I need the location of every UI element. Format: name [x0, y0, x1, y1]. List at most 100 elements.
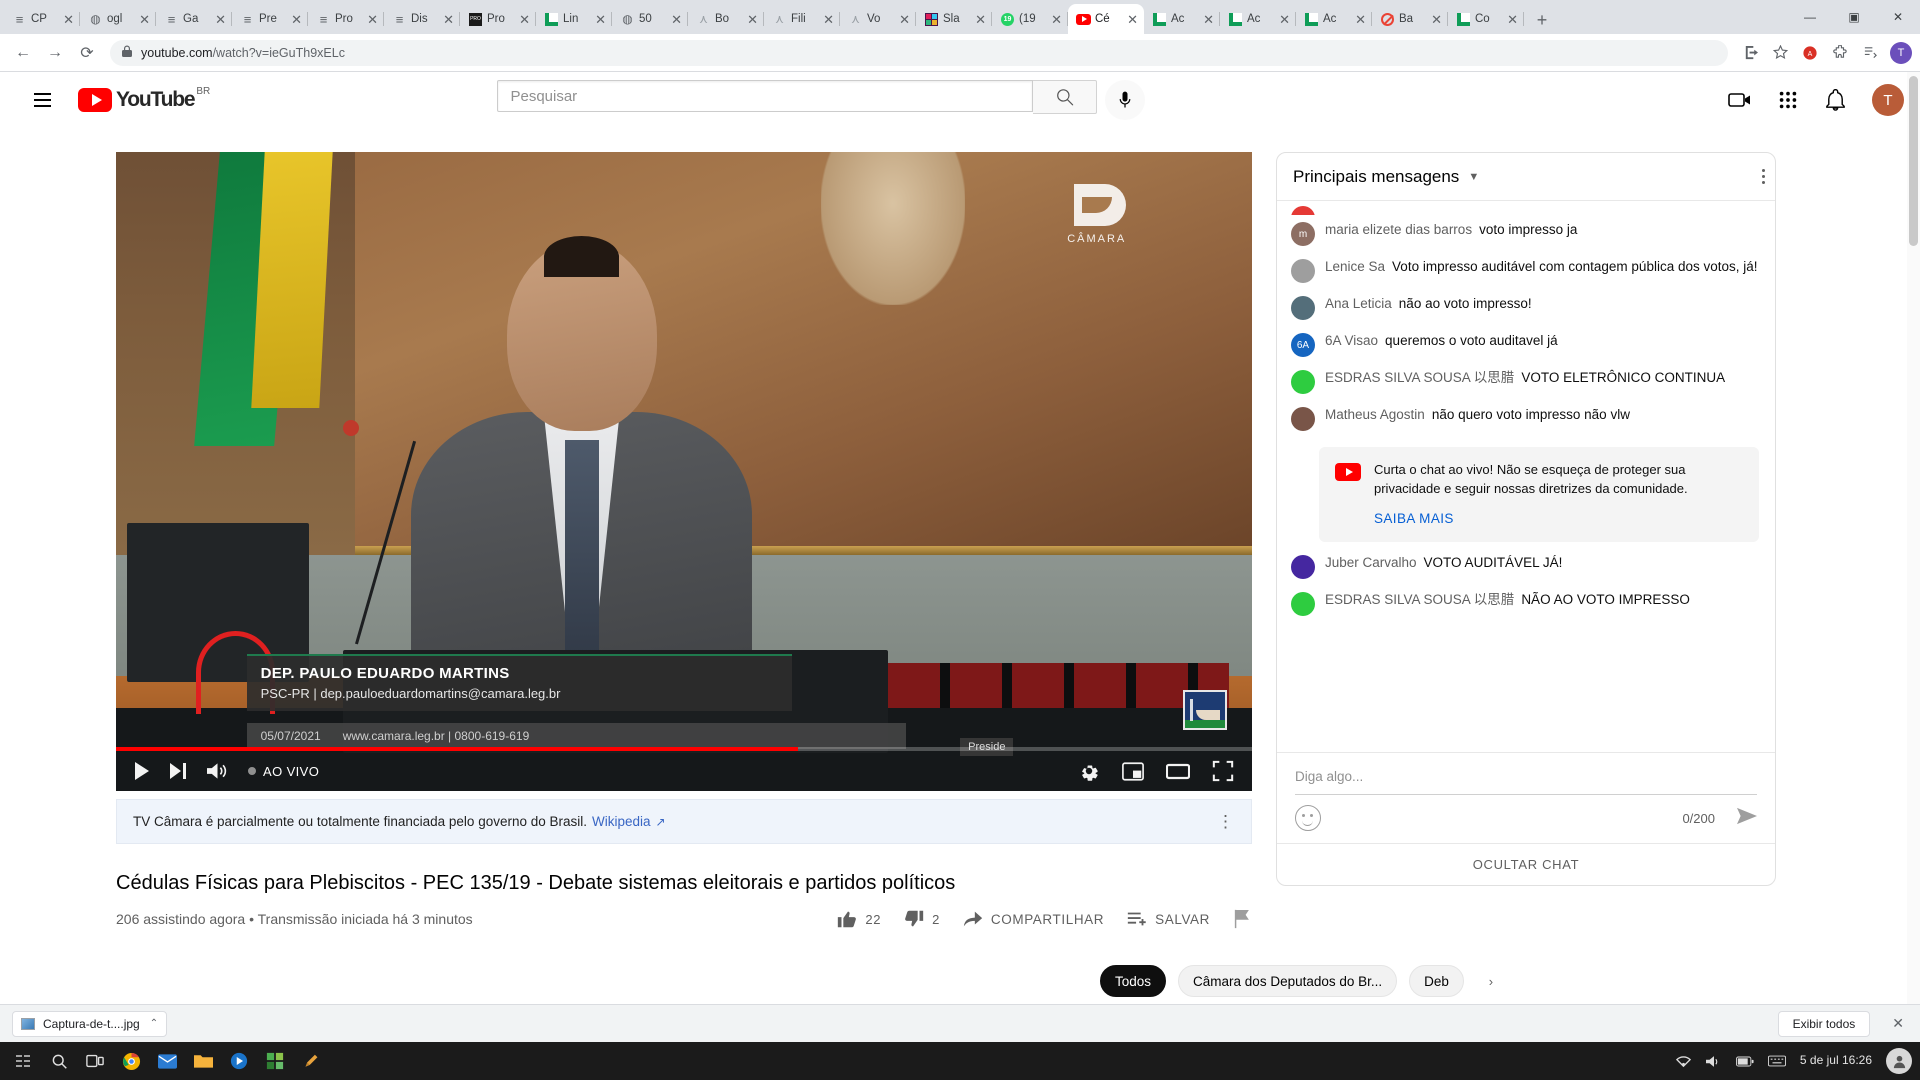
notes-icon[interactable]: [298, 1048, 324, 1074]
new-tab-button[interactable]: +: [1528, 6, 1556, 34]
volume-icon[interactable]: [1705, 1055, 1722, 1068]
wifi-icon[interactable]: [1675, 1055, 1692, 1068]
miniplayer-icon[interactable]: [1122, 761, 1144, 781]
close-tab-icon[interactable]: ✕: [899, 13, 910, 26]
close-tab-icon[interactable]: ✕: [291, 13, 302, 26]
close-tab-icon[interactable]: ✕: [747, 13, 758, 26]
chat-author[interactable]: 6A Visao: [1325, 333, 1378, 348]
chat-author[interactable]: Ana Leticia: [1325, 296, 1392, 311]
extension-blocker-icon[interactable]: A: [1796, 39, 1824, 67]
keyboard-icon[interactable]: [1767, 1055, 1786, 1067]
share-button[interactable]: COMPARTILHAR: [962, 908, 1104, 930]
download-item[interactable]: Captura-de-t....jpg ⌃: [12, 1010, 168, 1037]
media-player-icon[interactable]: [226, 1048, 252, 1074]
chevron-down-icon[interactable]: ▼: [1468, 171, 1479, 183]
voice-search-icon[interactable]: [1105, 80, 1146, 120]
chat-author[interactable]: Lenice Sa: [1325, 259, 1385, 274]
browser-tab[interactable]: ≡ Ga ✕: [156, 4, 232, 34]
browser-tab[interactable]: ◍ ogl ✕: [80, 4, 156, 34]
create-video-icon[interactable]: [1720, 80, 1760, 120]
volume-icon[interactable]: [207, 762, 228, 780]
live-indicator[interactable]: AO VIVO: [248, 764, 319, 779]
close-tab-icon[interactable]: ✕: [1507, 13, 1518, 26]
play-icon[interactable]: [134, 762, 150, 780]
hide-chat-button[interactable]: OCULTAR CHAT: [1277, 843, 1775, 885]
report-flag-icon[interactable]: [1232, 908, 1252, 930]
wikipedia-link[interactable]: Wikipedia: [592, 814, 651, 829]
show-all-downloads-button[interactable]: Exibir todos: [1777, 1010, 1871, 1037]
chat-overflow-icon[interactable]: [1762, 169, 1765, 184]
close-tab-icon[interactable]: ✕: [1127, 13, 1138, 26]
taskbar-clock[interactable]: 5 de jul 16:26: [1800, 1053, 1872, 1068]
person-icon[interactable]: [1886, 1048, 1912, 1074]
close-tab-icon[interactable]: ✕: [671, 13, 682, 26]
close-tab-icon[interactable]: ✕: [367, 13, 378, 26]
battery-icon[interactable]: [1735, 1056, 1754, 1067]
close-tab-icon[interactable]: ✕: [1203, 13, 1214, 26]
dislike-button[interactable]: 2: [903, 908, 940, 930]
apps-grid-icon[interactable]: [1768, 80, 1808, 120]
browser-tab[interactable]: ⋏ Vo ✕: [840, 4, 916, 34]
chips-next-icon[interactable]: ›: [1476, 966, 1506, 996]
close-tab-icon[interactable]: ✕: [1431, 13, 1442, 26]
browser-tab[interactable]: Ba ✕: [1372, 4, 1448, 34]
chat-author[interactable]: ESDRAS SILVA SOUSA 以思腊: [1325, 592, 1514, 607]
reload-button[interactable]: ⟳: [72, 38, 102, 68]
browser-tab[interactable]: Ac ✕: [1220, 4, 1296, 34]
browser-tab[interactable]: PRO Pro ✕: [460, 4, 536, 34]
learn-more-link[interactable]: SAIBA MAIS: [1374, 511, 1454, 526]
browser-tab[interactable]: ≡ Pro ✕: [308, 4, 384, 34]
maximize-button[interactable]: ▣: [1832, 1, 1876, 33]
puzzle-extensions-icon[interactable]: [1826, 39, 1854, 67]
forward-button[interactable]: →: [40, 38, 70, 68]
chat-author[interactable]: maria elizete dias barros: [1325, 222, 1472, 237]
like-button[interactable]: 22: [836, 908, 881, 930]
chat-message-input[interactable]: Diga algo...: [1295, 769, 1757, 795]
close-download-bar-icon[interactable]: ✕: [1892, 1015, 1904, 1032]
search-input[interactable]: [510, 87, 1033, 105]
theater-mode-icon[interactable]: [1166, 762, 1190, 781]
browser-tab[interactable]: Sla ✕: [916, 4, 992, 34]
filter-chip[interactable]: Todos: [1100, 965, 1167, 997]
browser-tab[interactable]: 19 (19 ✕: [992, 4, 1068, 34]
browser-tab[interactable]: ⋏ Bo ✕: [688, 4, 764, 34]
save-button[interactable]: SALVAR: [1126, 908, 1210, 930]
scrollbar-thumb[interactable]: [1909, 76, 1918, 246]
notifications-bell-icon[interactable]: [1816, 80, 1856, 120]
video-player[interactable]: CÂMARA DEP. PAULO EDUARDO MARTINS PSC-PR…: [116, 152, 1252, 791]
close-tab-icon[interactable]: ✕: [975, 13, 986, 26]
filter-chip[interactable]: Deb: [1409, 965, 1464, 997]
settings-gear-icon[interactable]: [1078, 760, 1100, 782]
reading-list-icon[interactable]: [1856, 39, 1884, 67]
task-view-icon[interactable]: [82, 1048, 108, 1074]
browser-profile-avatar[interactable]: T: [1890, 41, 1912, 64]
account-avatar[interactable]: T: [1871, 84, 1904, 116]
notice-more-icon[interactable]: ⋮: [1217, 813, 1235, 830]
bookmark-star-icon[interactable]: [1766, 39, 1794, 67]
close-tab-icon[interactable]: ✕: [1279, 13, 1290, 26]
guide-menu-icon[interactable]: [22, 80, 62, 120]
chat-author[interactable]: ESDRAS SILVA SOUSA 以思腊: [1325, 370, 1514, 385]
browser-tab[interactable]: Cé ✕: [1068, 4, 1144, 34]
search-box[interactable]: [497, 80, 1034, 112]
filter-chip[interactable]: Câmara dos Deputados do Br...: [1178, 965, 1398, 997]
close-tab-icon[interactable]: ✕: [1051, 13, 1062, 26]
close-tab-icon[interactable]: ✕: [823, 13, 834, 26]
chevron-up-icon[interactable]: ⌃: [150, 1018, 158, 1029]
chat-message-list[interactable]: m maria elizete dias barros voto impresso …: [1277, 201, 1775, 752]
browser-tab[interactable]: Ac ✕: [1296, 4, 1372, 34]
mail-icon[interactable]: [154, 1048, 180, 1074]
browser-tab[interactable]: ⋏ Fili ✕: [764, 4, 840, 34]
close-tab-icon[interactable]: ✕: [1355, 13, 1366, 26]
close-tab-icon[interactable]: ✕: [63, 13, 74, 26]
send-arrow-icon[interactable]: [1737, 807, 1757, 830]
emoji-smiley-icon[interactable]: [1295, 805, 1321, 831]
browser-tab[interactable]: Lin ✕: [536, 4, 612, 34]
close-tab-icon[interactable]: ✕: [595, 13, 606, 26]
minimize-button[interactable]: —: [1788, 1, 1832, 33]
browser-tab[interactable]: ≡ CP ✕: [4, 4, 80, 34]
youtube-logo[interactable]: YouTube BR: [78, 86, 210, 112]
browser-tab[interactable]: ◍ 50 ✕: [612, 4, 688, 34]
address-bar[interactable]: youtube.com/watch?v=ieGuTh9xELc: [110, 39, 1728, 66]
chat-author[interactable]: Matheus Agostin: [1325, 407, 1425, 422]
